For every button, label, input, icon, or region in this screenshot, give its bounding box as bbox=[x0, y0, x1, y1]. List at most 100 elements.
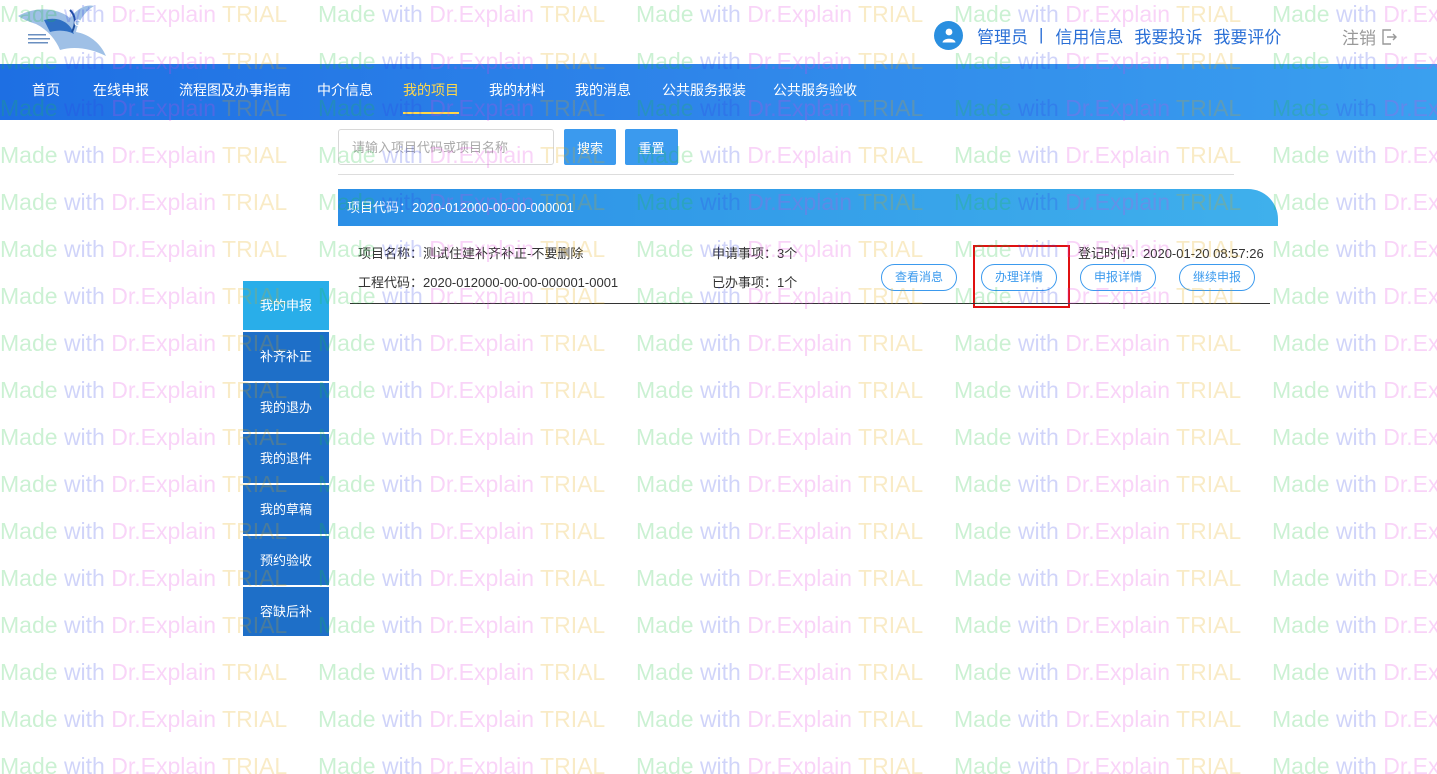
credit-info-link[interactable]: 信用信息 bbox=[1055, 23, 1123, 48]
watermark-text: Made with Dr.Explain TRIAL bbox=[954, 471, 1242, 497]
gov-logo[interactable]: GOV bbox=[14, 2, 114, 60]
watermark-text: Made with Dr.Explain TRIAL bbox=[636, 471, 924, 497]
logout-icon bbox=[1382, 28, 1397, 45]
search-input[interactable] bbox=[338, 129, 554, 165]
logo-text: GOV bbox=[74, 18, 94, 28]
project-divider bbox=[350, 303, 1270, 304]
done-items-count: 已办事项：1个 bbox=[712, 275, 798, 290]
watermark-row: Made with Dr.Explain TRIAL Made with Dr.E… bbox=[0, 377, 1437, 403]
search-button[interactable]: 搜索 bbox=[564, 129, 616, 165]
watermark-text: Made with Dr.Explain TRIAL bbox=[636, 424, 924, 450]
watermark-text: Made with Dr.Explain TRIAL bbox=[954, 142, 1242, 168]
nav-item-online-apply[interactable]: 在线申报 bbox=[93, 64, 149, 120]
watermark-text: Made with Dr.Explain TRIAL bbox=[954, 377, 1242, 403]
watermark-text: Made with Dr.Explain TRIAL bbox=[954, 424, 1242, 450]
watermark-row: Made with Dr.Explain TRIAL Made with Dr.E… bbox=[0, 424, 1437, 450]
user-area: 管理员 | 信用信息 我要投诉 我要评价 bbox=[934, 20, 1292, 50]
watermark-row: Made with Dr.Explain TRIAL Made with Dr.E… bbox=[0, 330, 1437, 356]
watermark-text: Made with Dr.Explain TRIAL bbox=[954, 612, 1242, 638]
reset-button[interactable]: 重置 bbox=[625, 129, 678, 165]
watermark-text: Made with Dr.Explain TRIAL bbox=[318, 612, 606, 638]
complaint-link[interactable]: 我要投诉 bbox=[1134, 23, 1202, 48]
nav-item-my-projects[interactable]: 我的项目 bbox=[403, 64, 459, 120]
watermark-row: Made with Dr.Explain TRIAL Made with Dr.E… bbox=[0, 518, 1437, 544]
sidebar-item-drafts[interactable]: 我的草稿 bbox=[243, 485, 329, 534]
watermark-text: Made with Dr.Explain TRIAL bbox=[1272, 753, 1437, 774]
watermark-row: Made with Dr.Explain TRIAL Made with Dr.E… bbox=[0, 471, 1437, 497]
watermark-text: Made with Dr.Explain TRIAL bbox=[636, 330, 924, 356]
watermark-row: Made with Dr.Explain TRIAL Made with Dr.E… bbox=[0, 565, 1437, 591]
watermark-text: Made with Dr.Explain TRIAL bbox=[954, 706, 1242, 732]
watermark-text: Made with Dr.Explain TRIAL bbox=[1272, 377, 1437, 403]
watermark-text: Made with Dr.Explain TRIAL bbox=[1272, 659, 1437, 685]
watermark-text: Made with Dr.Explain TRIAL bbox=[318, 565, 606, 591]
watermark-text: Made with Dr.Explain TRIAL bbox=[954, 518, 1242, 544]
sidebar-item-returned-files[interactable]: 我的退件 bbox=[243, 434, 329, 483]
application-details-button[interactable]: 申报详情 bbox=[1080, 264, 1156, 291]
nav-item-my-materials[interactable]: 我的材料 bbox=[489, 64, 545, 120]
sidebar-item-tolerance-supplement[interactable]: 容缺后补 bbox=[243, 587, 329, 636]
watermark-text: Made with Dr.Explain TRIAL bbox=[1272, 612, 1437, 638]
watermark-text: Made with Dr.Explain TRIAL bbox=[0, 189, 288, 215]
watermark-text: Made with Dr.Explain TRIAL bbox=[1272, 330, 1437, 356]
watermark-row: Made with Dr.Explain TRIAL Made with Dr.E… bbox=[0, 612, 1437, 638]
sidebar-item-supplement[interactable]: 补齐补正 bbox=[243, 332, 329, 381]
watermark-text: Made with Dr.Explain TRIAL bbox=[318, 377, 606, 403]
highlight-annotation bbox=[973, 245, 1070, 308]
view-messages-button[interactable]: 查看消息 bbox=[881, 264, 957, 291]
watermark-text: Made with Dr.Explain TRIAL bbox=[0, 659, 288, 685]
logout-label: 注销 bbox=[1342, 29, 1376, 48]
watermark-text: Made with Dr.Explain TRIAL bbox=[954, 659, 1242, 685]
watermark-text: Made with Dr.Explain TRIAL bbox=[636, 377, 924, 403]
main-nav: 首页 在线申报 流程图及办事指南 中介信息 我的项目 我的材料 我的消息 公共服… bbox=[0, 64, 1437, 120]
watermark-text: Made with Dr.Explain TRIAL bbox=[636, 565, 924, 591]
sidebar-item-returned-handling[interactable]: 我的退办 bbox=[243, 383, 329, 432]
watermark-text: Made with Dr.Explain TRIAL bbox=[318, 330, 606, 356]
watermark-text: Made with Dr.Explain TRIAL bbox=[636, 659, 924, 685]
nav-item-home[interactable]: 首页 bbox=[32, 64, 60, 120]
user-name-link[interactable]: 管理员 bbox=[977, 23, 1028, 48]
watermark-text: Made with Dr.Explain TRIAL bbox=[1272, 471, 1437, 497]
watermark-text: Made with Dr.Explain TRIAL bbox=[636, 612, 924, 638]
watermark-text: Made with Dr.Explain TRIAL bbox=[318, 706, 606, 732]
watermark-text: Made with Dr.Explain TRIAL bbox=[318, 753, 606, 774]
continue-apply-button[interactable]: 继续申报 bbox=[1179, 264, 1255, 291]
watermark-text: Made with Dr.Explain TRIAL bbox=[1272, 189, 1437, 215]
nav-item-service-accept[interactable]: 公共服务验收 bbox=[773, 64, 857, 120]
watermark-text: Made with Dr.Explain TRIAL bbox=[1272, 142, 1437, 168]
side-menu: 我的申报 补齐补正 我的退办 我的退件 我的草稿 预约验收 容缺后补 bbox=[243, 281, 329, 638]
watermark-text: Made with Dr.Explain TRIAL bbox=[954, 565, 1242, 591]
watermark-text: Made with Dr.Explain TRIAL bbox=[318, 471, 606, 497]
watermark-text: Made with Dr.Explain TRIAL bbox=[1272, 283, 1437, 309]
watermark-text: Made with Dr.Explain TRIAL bbox=[1272, 706, 1437, 732]
nav-item-my-messages[interactable]: 我的消息 bbox=[575, 64, 631, 120]
top-header: GOV 管理员 | 信用信息 我要投诉 我要评价 注销 bbox=[0, 0, 1437, 64]
engineering-code: 工程代码：2020-012000-00-00-000001-0001 bbox=[358, 275, 619, 290]
evaluate-link[interactable]: 我要评价 bbox=[1213, 23, 1281, 48]
sidebar-item-my-applications[interactable]: 我的申报 bbox=[243, 281, 329, 330]
watermark-text: Made with Dr.Explain TRIAL bbox=[636, 706, 924, 732]
watermark-text: Made with Dr.Explain TRIAL bbox=[1272, 236, 1437, 262]
watermark-row: Made with Dr.Explain TRIAL Made with Dr.E… bbox=[0, 659, 1437, 685]
watermark-text: Made with Dr.Explain TRIAL bbox=[954, 753, 1242, 774]
watermark-text: Made with Dr.Explain TRIAL bbox=[318, 518, 606, 544]
header-separator: | bbox=[1039, 25, 1044, 44]
watermark-text: Made with Dr.Explain TRIAL bbox=[1272, 518, 1437, 544]
watermark-text: Made with Dr.Explain TRIAL bbox=[0, 142, 288, 168]
project-name: 项目名称：测试住建补齐补正-不要删除 bbox=[358, 246, 584, 261]
watermark-text: Made with Dr.Explain TRIAL bbox=[954, 330, 1242, 356]
logout-button[interactable]: 注销 bbox=[1342, 24, 1398, 49]
applied-items-count: 申请事项：3个 bbox=[712, 246, 798, 261]
register-time: 登记时间：2020-01-20 08:57:26 bbox=[1078, 246, 1264, 261]
user-avatar-icon[interactable] bbox=[934, 20, 963, 50]
nav-item-service-install[interactable]: 公共服务报装 bbox=[662, 64, 746, 120]
watermark-row: Made with Dr.Explain TRIAL Made with Dr.E… bbox=[0, 142, 1437, 168]
sidebar-item-booking-acceptance[interactable]: 预约验收 bbox=[243, 536, 329, 585]
project-code-header: 项目代码：2020-012000-00-00-000001 bbox=[338, 189, 1278, 226]
watermark-text: Made with Dr.Explain TRIAL bbox=[636, 518, 924, 544]
nav-item-agency-info[interactable]: 中介信息 bbox=[317, 64, 373, 120]
watermark-text: Made with Dr.Explain TRIAL bbox=[636, 142, 924, 168]
watermark-text: Made with Dr.Explain TRIAL bbox=[1272, 424, 1437, 450]
nav-item-flow-guide[interactable]: 流程图及办事指南 bbox=[179, 64, 291, 120]
watermark-text: Made with Dr.Explain TRIAL bbox=[318, 659, 606, 685]
